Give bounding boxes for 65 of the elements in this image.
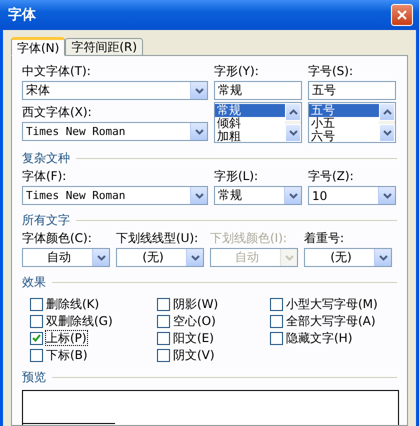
list-box[interactable]: 五号 小五 六号	[308, 102, 396, 143]
field-label: 字形(Y):	[214, 64, 260, 78]
field-label: 着重号:	[304, 231, 346, 245]
close-button[interactable]	[391, 4, 413, 26]
list-option[interactable]: 加粗	[215, 130, 285, 143]
checkbox[interactable]	[270, 298, 283, 310]
checkbox[interactable]	[157, 298, 170, 310]
checkbox-label[interactable]: 下标(B)	[46, 348, 88, 362]
list-option[interactable]: 常规	[215, 104, 285, 117]
tab[interactable]: 字体(N)	[11, 37, 66, 56]
scroll-down-button[interactable]	[285, 124, 301, 142]
section-heading: 复杂文种	[22, 150, 70, 167]
dropdown[interactable]: Times New Roman	[22, 186, 208, 205]
checkbox[interactable]	[157, 314, 170, 328]
list-option[interactable]: 六号	[309, 130, 379, 143]
checkbox-label[interactable]: 空心(O)	[173, 314, 216, 328]
checkbox-label[interactable]: 隐藏文字(H)	[286, 331, 352, 345]
scroll-up-button[interactable]	[285, 103, 301, 121]
checkbox-label[interactable]: 阴文(V)	[173, 348, 215, 362]
close-icon	[397, 10, 407, 20]
checkbox-label[interactable]: 阴影(W)	[173, 297, 218, 311]
field-label: 字号(S):	[308, 64, 354, 78]
field-label: 字体(F):	[22, 169, 68, 183]
tab[interactable]: 字符间距(R)	[65, 38, 144, 55]
dropdown[interactable]: Times New Roman	[22, 122, 208, 141]
input-field[interactable]: 五号	[308, 81, 396, 100]
dropdown[interactable]: (无)	[116, 248, 204, 267]
field-label: 西文字体(X):	[22, 105, 93, 119]
dropdown[interactable]: 10	[308, 186, 396, 205]
field-label: 下划线线型(U):	[116, 231, 200, 245]
dropdown[interactable]: 自动	[22, 248, 110, 267]
checkbox[interactable]	[30, 298, 43, 310]
field-label: 字体颜色(C):	[22, 231, 93, 245]
list-option[interactable]: 倾斜	[215, 117, 285, 130]
dropdown[interactable]: 常规	[214, 186, 302, 205]
checkbox[interactable]	[30, 314, 43, 328]
dropdown[interactable]: (无)	[304, 248, 392, 267]
section-heading: 预览	[22, 369, 46, 386]
field-label: 字形(L):	[214, 169, 260, 183]
field-label: 字号(Z):	[308, 169, 355, 183]
checkbox[interactable]	[30, 348, 43, 362]
list-option[interactable]: 小五	[309, 117, 379, 130]
checkbox-label[interactable]: 阳文(E)	[173, 331, 214, 345]
list-option[interactable]: 五号	[309, 104, 379, 117]
checkbox-label[interactable]: 双删除线(G)	[46, 314, 113, 328]
checkbox-label[interactable]: 全部大写字母(A)	[286, 314, 376, 328]
checkbox-label[interactable]: 上标(P)	[46, 331, 87, 345]
checkbox[interactable]	[270, 314, 283, 328]
scroll-down-button[interactable]	[379, 124, 395, 142]
window-title: 字体	[8, 6, 36, 24]
section-heading: 所有文字	[22, 212, 70, 229]
section-heading: 效果	[22, 274, 46, 291]
checkbox[interactable]	[30, 332, 43, 344]
checkbox[interactable]	[157, 348, 170, 362]
check-icon	[32, 334, 41, 342]
list-box[interactable]: 常规 倾斜 加粗	[214, 102, 302, 143]
checkbox-label[interactable]: 删除线(K)	[46, 297, 100, 311]
input-field[interactable]: 常规	[214, 81, 302, 100]
field-label: 下划线颜色(I):	[210, 231, 288, 245]
checkbox[interactable]	[270, 332, 283, 344]
scroll-up-button[interactable]	[379, 103, 395, 121]
field-label: 中文字体(T):	[22, 64, 92, 78]
dropdown[interactable]: 宋体	[22, 81, 208, 100]
checkbox-label[interactable]: 小型大写字母(M)	[286, 297, 378, 311]
checkbox[interactable]	[157, 332, 170, 344]
